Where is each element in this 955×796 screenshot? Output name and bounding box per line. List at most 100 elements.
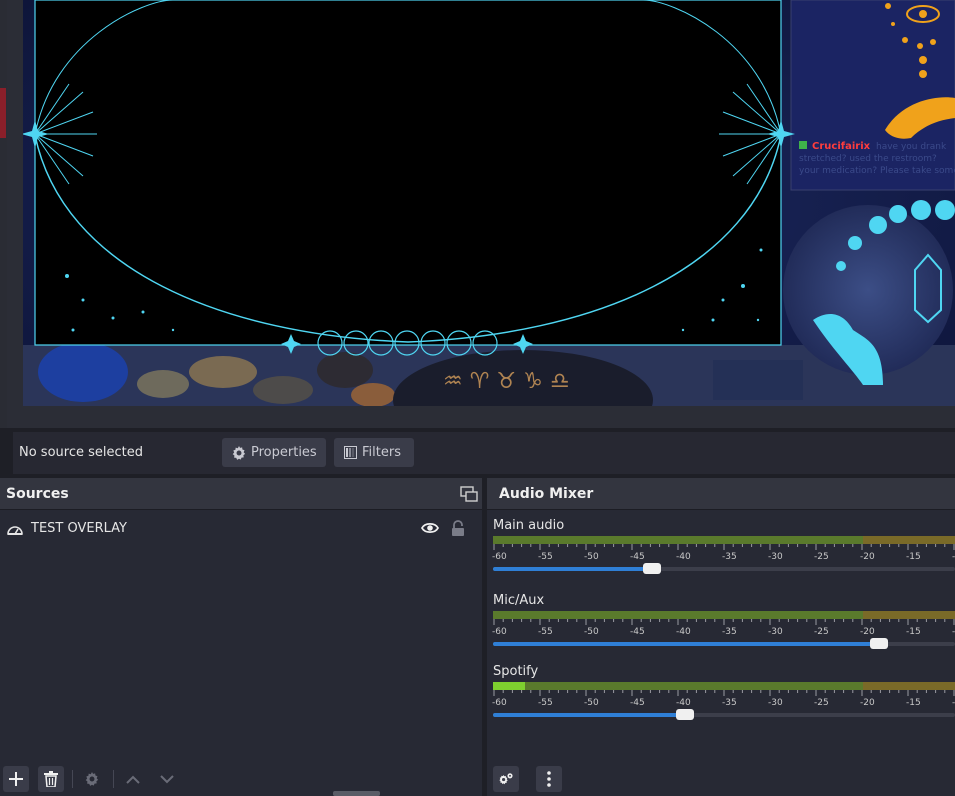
volume-slider-handle[interactable] [675, 709, 694, 720]
lock-icon[interactable] [451, 520, 465, 537]
meter-tick-label: -15 [906, 627, 921, 637]
toolbar-separator [72, 770, 73, 788]
volume-slider-fill [493, 642, 879, 646]
mixer-channel: Main audio -60 -55 -50 -45 -40 -35 -30 -25 -20 -15… [487, 518, 955, 588]
meter-tick-label: -15 [906, 552, 921, 562]
volume-meter [493, 611, 955, 619]
svg-text:have you drank: have you drank [876, 142, 947, 152]
meter-tick-label: -40 [676, 552, 691, 562]
preview-canvas[interactable]: ♒ ♈ ♉ ♑ ♎ Crucifairix have you drank str… [23, 0, 955, 406]
mixer-settings-button[interactable] [493, 766, 519, 792]
source-properties-button[interactable] [79, 766, 105, 792]
dock-float-icon[interactable] [460, 486, 478, 502]
filters-label: Filters [362, 445, 401, 460]
audio-mixer-title: Audio Mixer [499, 486, 594, 502]
meter-tick-label: -45 [630, 698, 645, 708]
meter-tick-label: -40 [676, 698, 691, 708]
toolbar-separator [113, 770, 114, 788]
meter-tick-label: -55 [538, 698, 553, 708]
trash-icon [44, 771, 58, 787]
add-source-button[interactable] [3, 766, 29, 792]
mixer-channel: Mic/Aux -60 -55 -50 -45 -40 -35 -30 -25 -20 -15- [487, 593, 955, 663]
meter-tick-label: -30 [768, 552, 783, 562]
volume-slider[interactable] [493, 709, 955, 720]
kebab-icon [547, 771, 551, 787]
mixer-menu-button[interactable] [536, 766, 562, 792]
meter-tick-label: -60 [492, 627, 507, 637]
mixer-channel: Spotify -60 -55 -50 -45 -40 -35 -30 -25 -20 -15- [487, 664, 955, 734]
bottom-scrollbar[interactable] [333, 791, 380, 796]
meter-ticks [493, 544, 955, 550]
source-name: TEST OVERLAY [31, 521, 127, 536]
svg-text:♒ ♈ ♉ ♑ ♎: ♒ ♈ ♉ ♑ ♎ [443, 369, 570, 394]
source-context-bar: No source selected Properties Filters [13, 432, 955, 474]
preview-area: ♒ ♈ ♉ ♑ ♎ Crucifairix have you drank str… [0, 0, 955, 428]
meter-ticks [493, 690, 955, 696]
volume-slider[interactable] [493, 638, 955, 649]
meter-tick-label: -15 [906, 698, 921, 708]
properties-button[interactable]: Properties [222, 438, 326, 467]
remove-source-button[interactable] [38, 766, 64, 792]
no-source-label: No source selected [19, 445, 143, 460]
meter-tick-label: -45 [630, 552, 645, 562]
meter-tick-label: -55 [538, 627, 553, 637]
meter-tick-label: -35 [722, 552, 737, 562]
browser-source-icon [7, 526, 23, 535]
down-arrow-icon [160, 774, 174, 783]
meter-tick-label: -50 [584, 552, 599, 562]
volume-meter [493, 536, 955, 544]
channel-name: Main audio [493, 518, 565, 533]
left-panel-indicator [0, 88, 6, 138]
plus-icon [9, 772, 23, 786]
filters-button[interactable]: Filters [334, 438, 414, 467]
gear-icon [85, 772, 99, 786]
meter-scale: -60 -55 -50 -45 -40 -35 -30 -25 -20 -15- [487, 552, 955, 564]
volume-meter [493, 682, 955, 690]
move-source-down-button[interactable] [154, 766, 180, 792]
audio-mixer-dock: Audio Mixer Main audio -60 -55 -50 -45 -40 -35… [487, 478, 955, 796]
meter-tick-label: -40 [676, 627, 691, 637]
meter-scale: -60 -55 -50 -45 -40 -35 -30 -25 -20 -15- [487, 698, 955, 710]
up-arrow-icon [126, 775, 140, 784]
left-panel-strip [0, 0, 7, 428]
channel-name: Mic/Aux [493, 593, 545, 608]
move-source-up-button[interactable] [120, 766, 146, 792]
audio-mixer-header: Audio Mixer [487, 478, 955, 510]
source-item[interactable]: TEST OVERLAY [0, 518, 482, 542]
sources-title: Sources [6, 486, 69, 502]
chat-username: Crucifairix [812, 141, 871, 152]
meter-tick-label: -50 [584, 698, 599, 708]
meter-tick-label: -20 [860, 627, 875, 637]
meter-tick-label: -45 [630, 627, 645, 637]
meter-tick-label: -35 [722, 698, 737, 708]
volume-slider-handle[interactable] [643, 563, 662, 574]
properties-label: Properties [251, 445, 317, 460]
meter-level [493, 682, 526, 690]
stream-overlay-image: ♒ ♈ ♉ ♑ ♎ Crucifairix have you drank str… [23, 0, 955, 406]
meter-tick-label: -25 [814, 552, 829, 562]
sources-dock: Sources TEST OVERLAY [0, 478, 482, 796]
meter-tick-label: -60 [492, 698, 507, 708]
meter-ticks [493, 619, 955, 625]
meter-tick-label: -60 [492, 552, 507, 562]
volume-slider-fill [493, 567, 653, 571]
volume-slider-fill [493, 713, 685, 717]
meter-tick-label: -25 [814, 627, 829, 637]
svg-text:your medication? Please take s: your medication? Please take some [799, 166, 955, 176]
meter-tick-label: -20 [860, 698, 875, 708]
gears-icon [499, 773, 513, 785]
eye-icon[interactable] [421, 521, 439, 535]
volume-slider-handle[interactable] [869, 638, 888, 649]
sources-dock-header: Sources [0, 478, 482, 510]
meter-tick-label: -55 [538, 552, 553, 562]
meter-tick-label: -30 [768, 698, 783, 708]
meter-tick-label: -35 [722, 627, 737, 637]
meter-tick-label: -25 [814, 698, 829, 708]
channel-name: Spotify [493, 664, 539, 679]
svg-text:stretched? used the restroom?: stretched? used the restroom? [799, 154, 937, 164]
meter-tick-label: -30 [768, 627, 783, 637]
meter-tick-label: -20 [860, 552, 875, 562]
meter-tick-label: -50 [584, 627, 599, 637]
gear-icon [232, 445, 246, 460]
volume-slider[interactable] [493, 563, 955, 574]
